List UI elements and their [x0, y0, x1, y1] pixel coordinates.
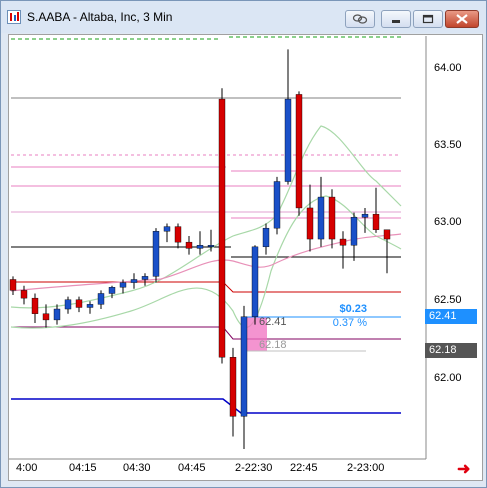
candle-body — [383, 229, 391, 240]
candle-body — [295, 94, 303, 209]
stop-price-label: 62.18 — [259, 339, 287, 351]
price-tick-1: 63.50 — [434, 139, 462, 151]
candle-body — [218, 98, 226, 358]
time-label-2: 04:30 — [123, 462, 151, 474]
candle-body — [240, 316, 248, 417]
bid-price-marker: 62.41 — [425, 309, 477, 324]
candle-body — [130, 279, 138, 283]
candle-body — [141, 276, 149, 280]
candlesticks — [9, 49, 391, 449]
candle-body — [361, 213, 369, 218]
entry-price-label: 62.41 — [259, 316, 287, 328]
price-tick-3: 62.50 — [434, 294, 462, 306]
red-level-line — [11, 281, 401, 293]
price-chart[interactable] — [1, 1, 486, 487]
position-pnl-percent: 0.37 % — [332, 317, 367, 329]
candle-body — [174, 226, 182, 243]
candle-body — [20, 290, 28, 299]
candle-body — [273, 181, 281, 229]
candle-body — [229, 357, 237, 417]
candle-body — [64, 299, 72, 310]
candle-body — [284, 98, 292, 182]
time-label-1: 04:15 — [69, 462, 97, 474]
candle-body — [262, 227, 270, 248]
candle-body — [207, 245, 215, 247]
candle-body — [152, 231, 160, 277]
ask-price-marker: 62.18 — [425, 343, 477, 358]
candle-body — [75, 299, 83, 308]
time-label-0: 4:00 — [16, 462, 38, 474]
candle-body — [350, 217, 358, 246]
candle-body — [53, 308, 61, 321]
candle-body — [9, 279, 17, 291]
candle-body — [163, 226, 171, 232]
candle-body — [108, 287, 116, 294]
candle-body — [306, 207, 314, 240]
candle-body — [251, 246, 259, 317]
candle-body — [196, 245, 204, 249]
price-tick-0: 64.00 — [434, 62, 462, 74]
candle-body — [328, 196, 336, 240]
candle-body — [372, 213, 380, 230]
candle-body — [42, 313, 50, 321]
candle-body — [317, 196, 325, 240]
price-tick-2: 63.00 — [434, 216, 462, 228]
position-pnl: $0.23 — [339, 303, 367, 315]
candle-body — [31, 297, 39, 314]
candle-body — [185, 241, 193, 249]
chart-window: S.AABA - Altaba, Inc, 3 Min 64.00 63.50 … — [0, 0, 487, 488]
upper-band — [10, 125, 402, 309]
time-label-6: 2-23:00 — [347, 462, 385, 474]
candle-body — [339, 238, 347, 246]
time-label-5: 22:45 — [290, 462, 318, 474]
candle-body — [119, 282, 127, 288]
time-label-4: 2-22:30 — [235, 462, 273, 474]
price-tick-4: 62.00 — [434, 372, 462, 384]
arrow-right-icon[interactable]: ➜ — [457, 459, 470, 479]
blue-level-line — [11, 398, 401, 414]
time-label-3: 04:45 — [178, 462, 206, 474]
candle-body — [86, 304, 94, 308]
candle-body — [97, 293, 105, 305]
